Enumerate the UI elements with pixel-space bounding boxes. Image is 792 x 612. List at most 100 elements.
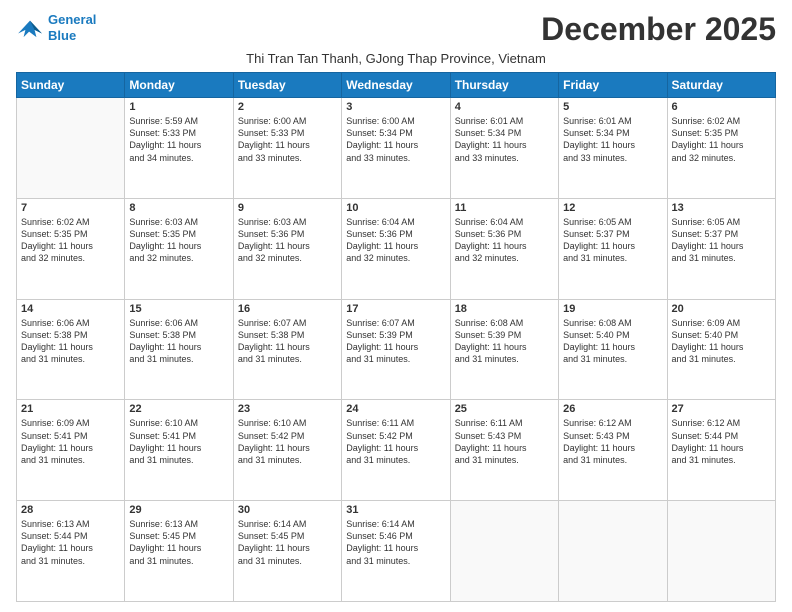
cell-3-2: 15 Sunrise: 6:06 AM Sunset: 5:38 PM Dayli… [125, 299, 233, 400]
cell-info: Sunrise: 6:07 AM Sunset: 5:39 PM Dayligh… [346, 317, 445, 366]
day-number: 14 [21, 303, 120, 315]
cell-info: Sunrise: 6:07 AM Sunset: 5:38 PM Dayligh… [238, 317, 337, 366]
day-number: 8 [129, 202, 228, 214]
cell-info: Sunrise: 6:09 AM Sunset: 5:41 PM Dayligh… [21, 417, 120, 466]
day-number: 15 [129, 303, 228, 315]
cell-4-6: 26 Sunrise: 6:12 AM Sunset: 5:43 PM Dayli… [559, 400, 667, 501]
cell-info: Sunrise: 6:09 AM Sunset: 5:40 PM Dayligh… [672, 317, 771, 366]
week-row-4: 21 Sunrise: 6:09 AM Sunset: 5:41 PM Dayli… [17, 400, 776, 501]
day-number: 22 [129, 403, 228, 415]
header: General Blue December 2025 [16, 12, 776, 47]
cell-4-5: 25 Sunrise: 6:11 AM Sunset: 5:43 PM Dayli… [450, 400, 558, 501]
cell-info: Sunrise: 6:04 AM Sunset: 5:36 PM Dayligh… [346, 216, 445, 265]
cell-info: Sunrise: 6:01 AM Sunset: 5:34 PM Dayligh… [455, 115, 554, 164]
cell-info: Sunrise: 6:06 AM Sunset: 5:38 PM Dayligh… [21, 317, 120, 366]
cell-2-2: 8 Sunrise: 6:03 AM Sunset: 5:35 PM Daylig… [125, 198, 233, 299]
cell-info: Sunrise: 6:14 AM Sunset: 5:45 PM Dayligh… [238, 518, 337, 567]
cell-1-1 [17, 98, 125, 199]
day-number: 9 [238, 202, 337, 214]
day-number: 24 [346, 403, 445, 415]
week-row-1: 1Sunrise: 5:59 AM Sunset: 5:33 PM Daylig… [17, 98, 776, 199]
cell-info: Sunrise: 6:04 AM Sunset: 5:36 PM Dayligh… [455, 216, 554, 265]
day-number: 17 [346, 303, 445, 315]
day-number: 25 [455, 403, 554, 415]
day-number: 31 [346, 504, 445, 516]
month-title: December 2025 [541, 12, 776, 47]
week-row-5: 28Sunrise: 6:13 AM Sunset: 5:44 PM Dayli… [17, 501, 776, 602]
page: General Blue December 2025 Thi Tran Tan … [0, 0, 792, 612]
week-row-3: 14 Sunrise: 6:06 AM Sunset: 5:38 PM Dayli… [17, 299, 776, 400]
cell-info: Sunrise: 6:11 AM Sunset: 5:43 PM Dayligh… [455, 417, 554, 466]
col-monday: Monday [125, 73, 233, 98]
calendar-body: 1Sunrise: 5:59 AM Sunset: 5:33 PM Daylig… [17, 98, 776, 602]
cell-2-3: 9Sunrise: 6:03 AM Sunset: 5:36 PM Daylig… [233, 198, 341, 299]
week-row-2: 7Sunrise: 6:02 AM Sunset: 5:35 PM Daylig… [17, 198, 776, 299]
cell-1-4: 3 Sunrise: 6:00 AM Sunset: 5:34 PM Daylig… [342, 98, 450, 199]
day-number: 29 [129, 504, 228, 516]
col-tuesday: Tuesday [233, 73, 341, 98]
cell-1-7: 6 Sunrise: 6:02 AM Sunset: 5:35 PM Daylig… [667, 98, 775, 199]
cell-info: Sunrise: 6:01 AM Sunset: 5:34 PM Dayligh… [563, 115, 662, 164]
cell-5-2: 29 Sunrise: 6:13 AM Sunset: 5:45 PM Dayli… [125, 501, 233, 602]
cell-3-1: 14 Sunrise: 6:06 AM Sunset: 5:38 PM Dayli… [17, 299, 125, 400]
cell-5-3: 30 Sunrise: 6:14 AM Sunset: 5:45 PM Dayli… [233, 501, 341, 602]
day-number: 21 [21, 403, 120, 415]
cell-2-6: 12 Sunrise: 6:05 AM Sunset: 5:37 PM Dayli… [559, 198, 667, 299]
day-number: 27 [672, 403, 771, 415]
header-row: Sunday Monday Tuesday Wednesday Thursday… [17, 73, 776, 98]
cell-info: Sunrise: 6:13 AM Sunset: 5:45 PM Dayligh… [129, 518, 228, 567]
cell-4-7: 27 Sunrise: 6:12 AM Sunset: 5:44 PM Dayli… [667, 400, 775, 501]
cell-3-7: 20 Sunrise: 6:09 AM Sunset: 5:40 PM Dayli… [667, 299, 775, 400]
cell-info: Sunrise: 6:05 AM Sunset: 5:37 PM Dayligh… [563, 216, 662, 265]
cell-info: Sunrise: 6:00 AM Sunset: 5:33 PM Dayligh… [238, 115, 337, 164]
day-number: 6 [672, 101, 771, 113]
col-sunday: Sunday [17, 73, 125, 98]
col-thursday: Thursday [450, 73, 558, 98]
cell-info: Sunrise: 6:00 AM Sunset: 5:34 PM Dayligh… [346, 115, 445, 164]
title-section: December 2025 [541, 12, 776, 47]
cell-info: Sunrise: 6:10 AM Sunset: 5:42 PM Dayligh… [238, 417, 337, 466]
cell-5-7 [667, 501, 775, 602]
day-number: 3 [346, 101, 445, 113]
cell-info: Sunrise: 6:10 AM Sunset: 5:41 PM Dayligh… [129, 417, 228, 466]
cell-5-1: 28Sunrise: 6:13 AM Sunset: 5:44 PM Dayli… [17, 501, 125, 602]
cell-info: Sunrise: 6:14 AM Sunset: 5:46 PM Dayligh… [346, 518, 445, 567]
cell-5-5 [450, 501, 558, 602]
cell-2-1: 7Sunrise: 6:02 AM Sunset: 5:35 PM Daylig… [17, 198, 125, 299]
day-number: 2 [238, 101, 337, 113]
cell-5-4: 31 Sunrise: 6:14 AM Sunset: 5:46 PM Dayli… [342, 501, 450, 602]
cell-info: Sunrise: 6:06 AM Sunset: 5:38 PM Dayligh… [129, 317, 228, 366]
cell-4-3: 23 Sunrise: 6:10 AM Sunset: 5:42 PM Dayli… [233, 400, 341, 501]
cell-info: Sunrise: 6:02 AM Sunset: 5:35 PM Dayligh… [21, 216, 120, 265]
day-number: 12 [563, 202, 662, 214]
day-number: 20 [672, 303, 771, 315]
cell-3-6: 19Sunrise: 6:08 AM Sunset: 5:40 PM Dayli… [559, 299, 667, 400]
cell-3-3: 16Sunrise: 6:07 AM Sunset: 5:38 PM Dayli… [233, 299, 341, 400]
day-number: 13 [672, 202, 771, 214]
cell-info: Sunrise: 6:12 AM Sunset: 5:44 PM Dayligh… [672, 417, 771, 466]
cell-info: Sunrise: 6:11 AM Sunset: 5:42 PM Dayligh… [346, 417, 445, 466]
cell-2-7: 13 Sunrise: 6:05 AM Sunset: 5:37 PM Dayli… [667, 198, 775, 299]
day-number: 30 [238, 504, 337, 516]
col-wednesday: Wednesday [342, 73, 450, 98]
cell-1-5: 4 Sunrise: 6:01 AM Sunset: 5:34 PM Daylig… [450, 98, 558, 199]
day-number: 26 [563, 403, 662, 415]
cell-1-6: 5Sunrise: 6:01 AM Sunset: 5:34 PM Daylig… [559, 98, 667, 199]
cell-info: Sunrise: 6:02 AM Sunset: 5:35 PM Dayligh… [672, 115, 771, 164]
day-number: 19 [563, 303, 662, 315]
cell-info: Sunrise: 6:12 AM Sunset: 5:43 PM Dayligh… [563, 417, 662, 466]
day-number: 4 [455, 101, 554, 113]
cell-info: Sunrise: 6:03 AM Sunset: 5:35 PM Dayligh… [129, 216, 228, 265]
cell-info: Sunrise: 6:08 AM Sunset: 5:39 PM Dayligh… [455, 317, 554, 366]
day-number: 23 [238, 403, 337, 415]
day-number: 11 [455, 202, 554, 214]
logo-icon [16, 17, 44, 39]
cell-info: Sunrise: 6:13 AM Sunset: 5:44 PM Dayligh… [21, 518, 120, 567]
cell-1-3: 2 Sunrise: 6:00 AM Sunset: 5:33 PM Daylig… [233, 98, 341, 199]
cell-2-4: 10Sunrise: 6:04 AM Sunset: 5:36 PM Dayli… [342, 198, 450, 299]
cell-info: Sunrise: 6:05 AM Sunset: 5:37 PM Dayligh… [672, 216, 771, 265]
day-number: 1 [129, 101, 228, 113]
logo: General Blue [16, 12, 96, 43]
cell-4-4: 24 Sunrise: 6:11 AM Sunset: 5:42 PM Dayli… [342, 400, 450, 501]
cell-4-1: 21 Sunrise: 6:09 AM Sunset: 5:41 PM Dayli… [17, 400, 125, 501]
